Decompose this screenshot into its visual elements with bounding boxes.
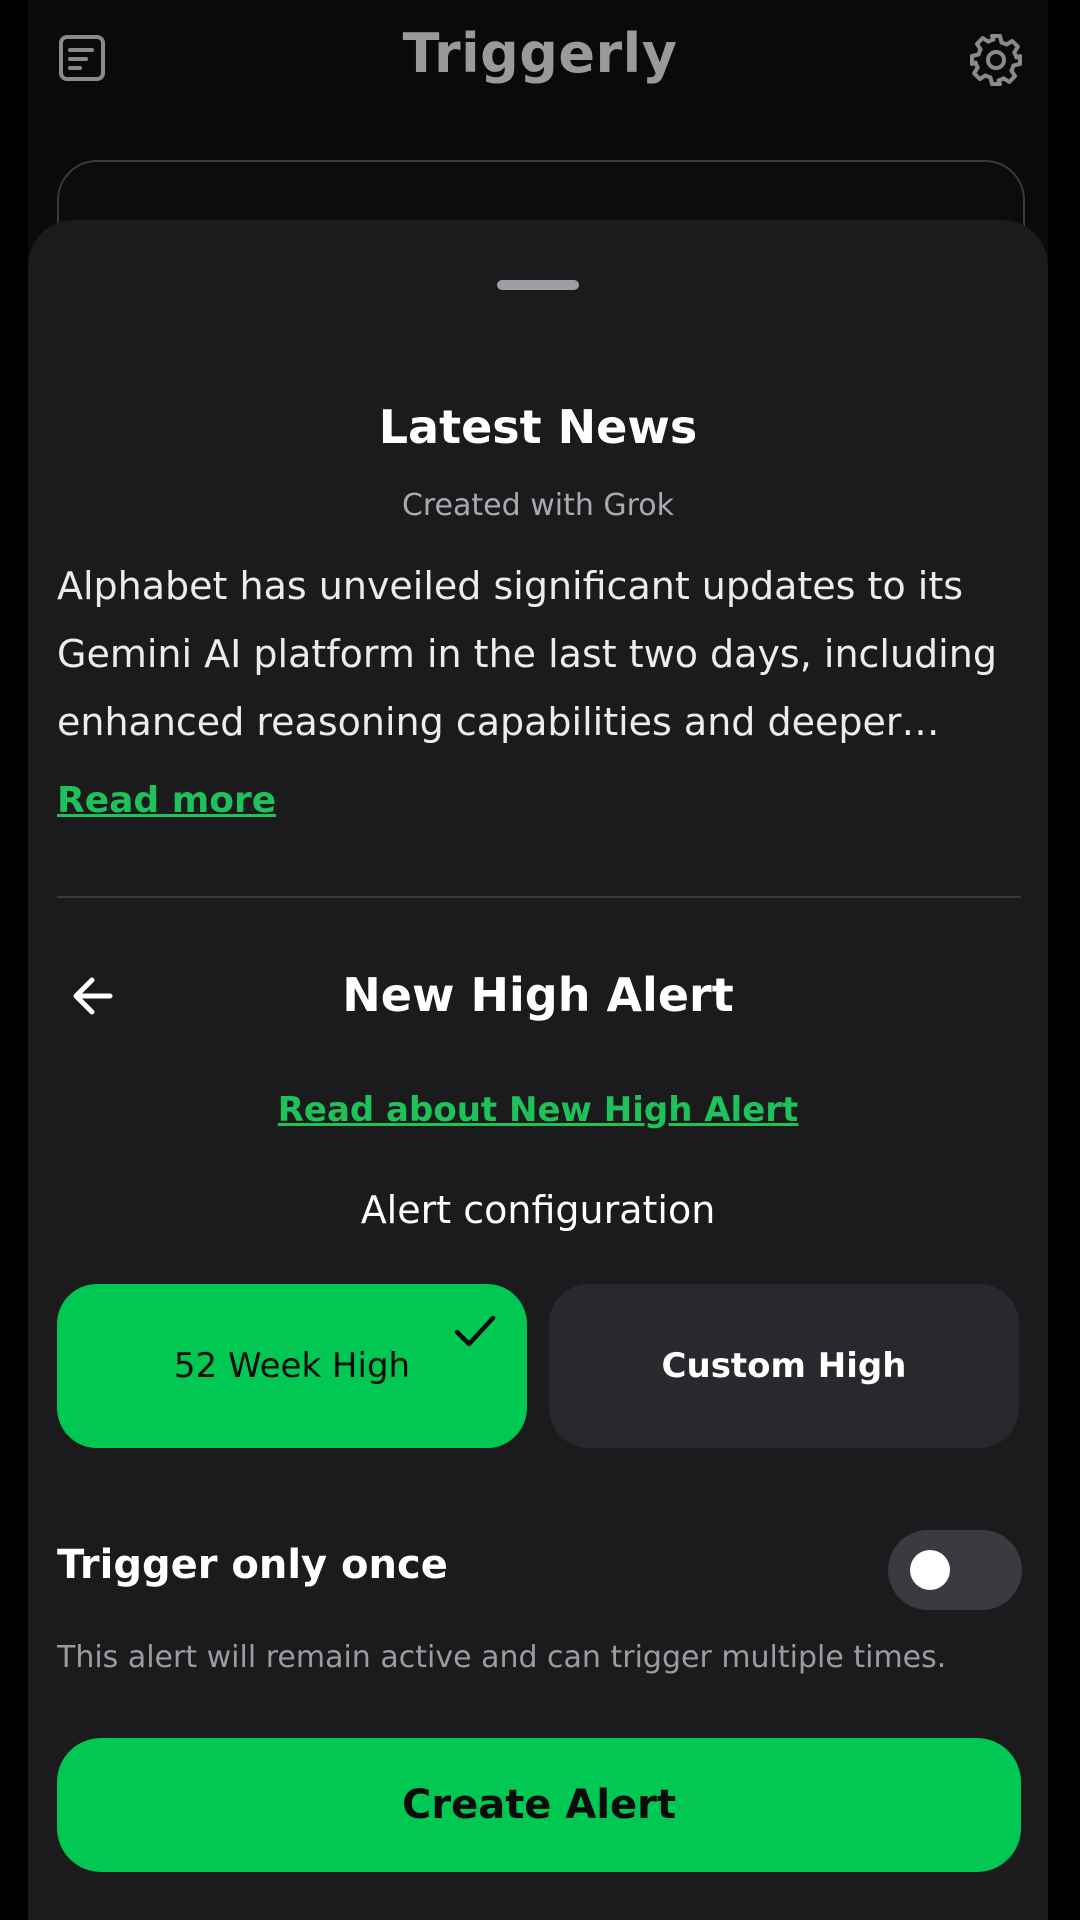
app-title: Triggerly bbox=[402, 22, 678, 85]
trigger-once-label: Trigger only once bbox=[57, 1542, 448, 1588]
read-more-link[interactable]: Read more bbox=[57, 780, 276, 821]
create-alert-button[interactable]: Create Alert bbox=[57, 1738, 1021, 1872]
option-label: Custom High bbox=[661, 1346, 907, 1386]
news-body: Alphabet has unveiled significant update… bbox=[57, 564, 997, 744]
news-title: Latest News bbox=[378, 400, 698, 454]
option-label: 52 Week High bbox=[173, 1346, 411, 1386]
alert-title: New High Alert bbox=[342, 968, 734, 1022]
trigger-description: This alert will remain active and can tr… bbox=[57, 1640, 947, 1675]
toggle-knob bbox=[910, 1550, 950, 1590]
sheet-drag-handle[interactable] bbox=[497, 280, 579, 290]
config-label: Alert configuration bbox=[360, 1188, 716, 1232]
gear-icon[interactable] bbox=[968, 32, 1024, 88]
bottom-sheet: Latest News Created with Grok Alphabet h… bbox=[28, 220, 1048, 1920]
option-52-week-high[interactable]: 52 Week High bbox=[57, 1284, 527, 1448]
app-bar: Triggerly bbox=[0, 0, 1080, 120]
trigger-once-toggle[interactable] bbox=[888, 1530, 1022, 1610]
check-icon bbox=[454, 1315, 496, 1347]
option-custom-high[interactable]: Custom High bbox=[549, 1284, 1019, 1448]
news-subtitle: Created with Grok bbox=[401, 488, 675, 523]
read-about-link[interactable]: Read about New High Alert bbox=[28, 1090, 1048, 1130]
divider bbox=[57, 896, 1021, 898]
